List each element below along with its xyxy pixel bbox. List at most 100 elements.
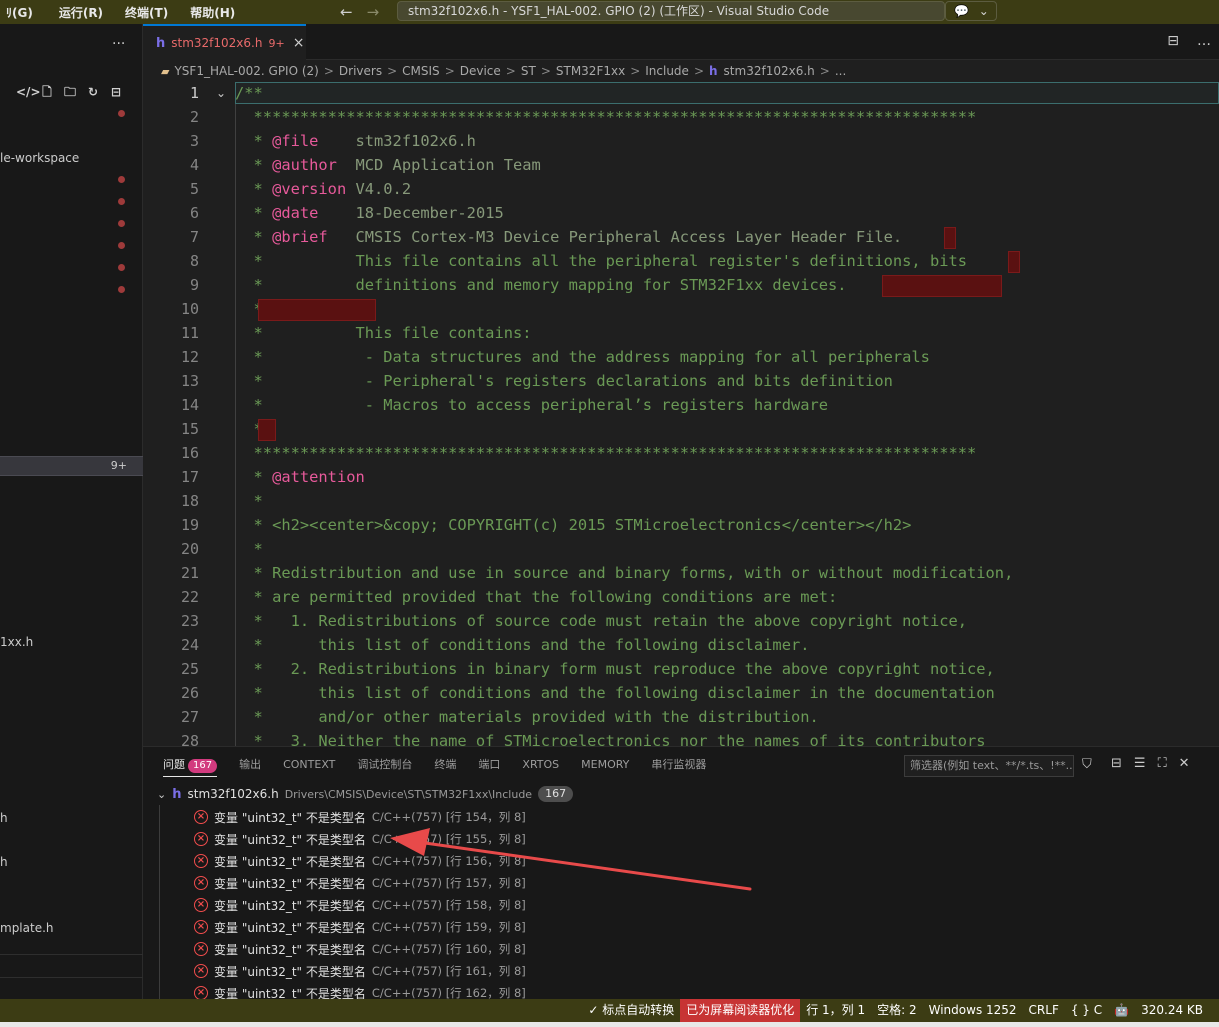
status-language[interactable]: { } C bbox=[1065, 999, 1108, 1022]
problem-source: C/C++(757) [行 156，列 8] bbox=[371, 854, 526, 868]
explorer-toolbar: </> 🗋 🗀 ↻ ⊟ bbox=[16, 84, 124, 100]
tab-context[interactable]: CONTEXT bbox=[283, 747, 335, 783]
status-screen-reader[interactable]: 已为屏幕阅读器优化 bbox=[680, 999, 801, 1022]
copilot-menu-button[interactable]: 💬 ⌄ bbox=[945, 1, 997, 21]
error-squiggle bbox=[1008, 251, 1020, 273]
line-number: 15 bbox=[180, 420, 199, 438]
code-editor[interactable]: 1 2 3 4 5 6 7 8 9 10 11 12 13 14 15 16 17 18 19 20 21 22 23 24 2… bbox=[143, 82, 1219, 746]
problem-row[interactable]: × 变量 "uint32_t" 不是类型名 C/C++(757) [行 155，列 … bbox=[194, 828, 526, 850]
new-file-icon[interactable]: 🗋 bbox=[39, 84, 55, 100]
status-indentation[interactable]: 空格: 2 bbox=[871, 999, 923, 1022]
problems-file-group[interactable]: ⌄ h stm32f102x6.h Drivers\CMSIS\Device\S… bbox=[143, 783, 1219, 805]
menu-help[interactable]: 帮助(H) bbox=[184, 4, 241, 21]
line-number: 21 bbox=[180, 564, 199, 582]
sidebar-item-file[interactable]: h bbox=[0, 811, 8, 825]
problem-row[interactable]: × 变量 "uint32_t" 不是类型名 C/C++(757) [行 160，列 … bbox=[194, 938, 526, 960]
tab-xrtos[interactable]: XRTOS bbox=[522, 747, 559, 783]
breadcrumb-item[interactable]: Device bbox=[460, 64, 501, 78]
tab-memory[interactable]: MEMORY bbox=[581, 747, 629, 783]
arrow-right-icon[interactable]: → bbox=[367, 3, 380, 21]
sidebar-item-file[interactable]: 1xx.h bbox=[0, 635, 33, 649]
line-number: 16 bbox=[180, 444, 199, 462]
sidebar-item-file[interactable]: mplate.h bbox=[0, 921, 54, 935]
code-line: * are permitted provided that the follow… bbox=[235, 588, 838, 606]
filter-icon[interactable]: ⛉ bbox=[1082, 757, 1092, 772]
tab-ports[interactable]: 端口 bbox=[478, 747, 500, 783]
problems-filter-input[interactable]: 筛选器(例如 text、**/*.ts、!**... bbox=[904, 755, 1074, 777]
collapse-all-icon[interactable]: ⊟ bbox=[1111, 756, 1122, 771]
problem-message: 变量 "uint32_t" 不是类型名 bbox=[214, 810, 366, 825]
tab-stm32f102x6[interactable]: h stm32f102x6.h 9+ × bbox=[143, 24, 306, 60]
problem-row[interactable]: × 变量 "uint32_t" 不是类型名 C/C++(757) [行 158，列 … bbox=[194, 894, 526, 916]
modified-dot bbox=[118, 264, 125, 271]
code-line: * this list of conditions and the follow… bbox=[235, 636, 810, 654]
refresh-icon[interactable]: ↻ bbox=[85, 84, 101, 100]
line-number: 19 bbox=[180, 516, 199, 534]
list-view-icon[interactable]: ☰ bbox=[1134, 756, 1146, 771]
menu-terminal[interactable]: 终端(T) bbox=[119, 4, 174, 21]
status-encoding[interactable]: Windows 1252 bbox=[923, 999, 1023, 1022]
error-icon: × bbox=[194, 986, 208, 1000]
problem-row[interactable]: × 变量 "uint32_t" 不是类型名 C/C++(757) [行 159，列 … bbox=[194, 916, 526, 938]
maximize-panel-icon[interactable]: ⛶ bbox=[1158, 756, 1167, 771]
tab-output[interactable]: 输出 bbox=[239, 747, 261, 783]
tab-debug-console[interactable]: 调试控制台 bbox=[357, 747, 412, 783]
collapse-all-icon[interactable]: ⊟ bbox=[108, 84, 124, 100]
problem-message: 变量 "uint32_t" 不是类型名 bbox=[214, 964, 366, 979]
arrow-left-icon[interactable]: ← bbox=[340, 3, 353, 21]
breadcrumb-item[interactable]: Include bbox=[645, 64, 689, 78]
line-number: 23 bbox=[180, 612, 199, 630]
breadcrumb-item[interactable]: CMSIS bbox=[402, 64, 440, 78]
split-editor-icon[interactable]: ⊟ bbox=[1167, 33, 1179, 49]
code-icon[interactable]: </> bbox=[16, 84, 41, 100]
breadcrumb-item[interactable]: STM32F1xx bbox=[556, 64, 625, 78]
code-line: * @date 18-December-2015 bbox=[235, 204, 504, 222]
problem-row[interactable]: × 变量 "uint32_t" 不是类型名 C/C++(757) [行 154，列 … bbox=[194, 806, 526, 828]
status-cursor-position[interactable]: 行 1，列 1 bbox=[800, 999, 871, 1022]
line-number: 2 bbox=[189, 108, 199, 126]
code-area[interactable]: /** ************************************… bbox=[235, 82, 1219, 746]
close-icon[interactable]: ✕ bbox=[1179, 756, 1190, 771]
breadcrumb-item[interactable]: ST bbox=[521, 64, 536, 78]
sidebar-item-file[interactable]: h bbox=[0, 855, 8, 869]
bottom-panel: 问题 167 输出 CONTEXT 调试控制台 终端 端口 XRTOS MEMOR… bbox=[143, 746, 1219, 1001]
menu-run[interactable]: 运行(R) bbox=[53, 4, 109, 21]
line-number: 10 bbox=[180, 300, 199, 318]
new-folder-icon[interactable]: 🗀 bbox=[62, 84, 78, 100]
more-actions-icon[interactable]: ... bbox=[112, 32, 125, 48]
tab-problems[interactable]: 问题 167 bbox=[163, 747, 218, 783]
breadcrumb-symbol[interactable]: ... bbox=[835, 64, 846, 78]
copilot-icon[interactable]: 🤖 bbox=[1108, 999, 1135, 1022]
close-icon[interactable]: × bbox=[293, 35, 305, 51]
status-auto-convert[interactable]: ✓ 标点自动转换 bbox=[582, 999, 680, 1022]
explorer-sidebar: ... </> 🗋 🗀 ↻ ⊟ le-workspace 9+ 1xx.h h … bbox=[0, 24, 143, 999]
breadcrumb-item[interactable]: Drivers bbox=[339, 64, 382, 78]
code-line: * 1. Redistributions of source code must… bbox=[235, 612, 968, 630]
code-line: ****************************************… bbox=[235, 108, 977, 126]
modified-dot bbox=[118, 286, 125, 293]
line-number: 24 bbox=[180, 636, 199, 654]
line-number: 13 bbox=[180, 372, 199, 390]
status-eol[interactable]: CRLF bbox=[1023, 999, 1065, 1022]
sidebar-item-selected[interactable]: 9+ bbox=[0, 456, 143, 476]
tab-serial-monitor[interactable]: 串行监视器 bbox=[651, 747, 706, 783]
problem-source: C/C++(757) [行 159，列 8] bbox=[371, 920, 526, 934]
command-center-title[interactable]: stm32f102x6.h - YSF1_HAL-002. GPIO (2) (… bbox=[397, 1, 945, 21]
line-number: 22 bbox=[180, 588, 199, 606]
breadcrumb-file[interactable]: stm32f102x6.h bbox=[724, 64, 815, 78]
problem-row[interactable]: × 变量 "uint32_t" 不是类型名 C/C++(757) [行 161，列 … bbox=[194, 960, 526, 982]
tab-terminal[interactable]: 终端 bbox=[434, 747, 456, 783]
line-number: 28 bbox=[180, 732, 199, 746]
problem-row[interactable]: × 变量 "uint32_t" 不是类型名 C/C++(757) [行 156，列 … bbox=[194, 850, 526, 872]
error-icon: × bbox=[194, 942, 208, 956]
more-actions-icon[interactable]: … bbox=[1197, 33, 1211, 49]
line-number: 8 bbox=[189, 252, 199, 270]
breadcrumb-item[interactable]: YSF1_HAL-002. GPIO (2) bbox=[174, 64, 318, 78]
problem-row[interactable]: × 变量 "uint32_t" 不是类型名 C/C++(757) [行 157，列 … bbox=[194, 872, 526, 894]
problem-message: 变量 "uint32_t" 不是类型名 bbox=[214, 942, 366, 957]
menu-go[interactable]: ﾘ(G) bbox=[0, 4, 39, 21]
sidebar-item-workspace[interactable]: le-workspace bbox=[0, 151, 79, 165]
fold-chevron-icon[interactable]: ⌄ bbox=[216, 86, 226, 100]
code-line: * bbox=[235, 540, 263, 558]
code-line: * <h2><center>&copy; COPYRIGHT(c) 2015 S… bbox=[235, 516, 912, 534]
